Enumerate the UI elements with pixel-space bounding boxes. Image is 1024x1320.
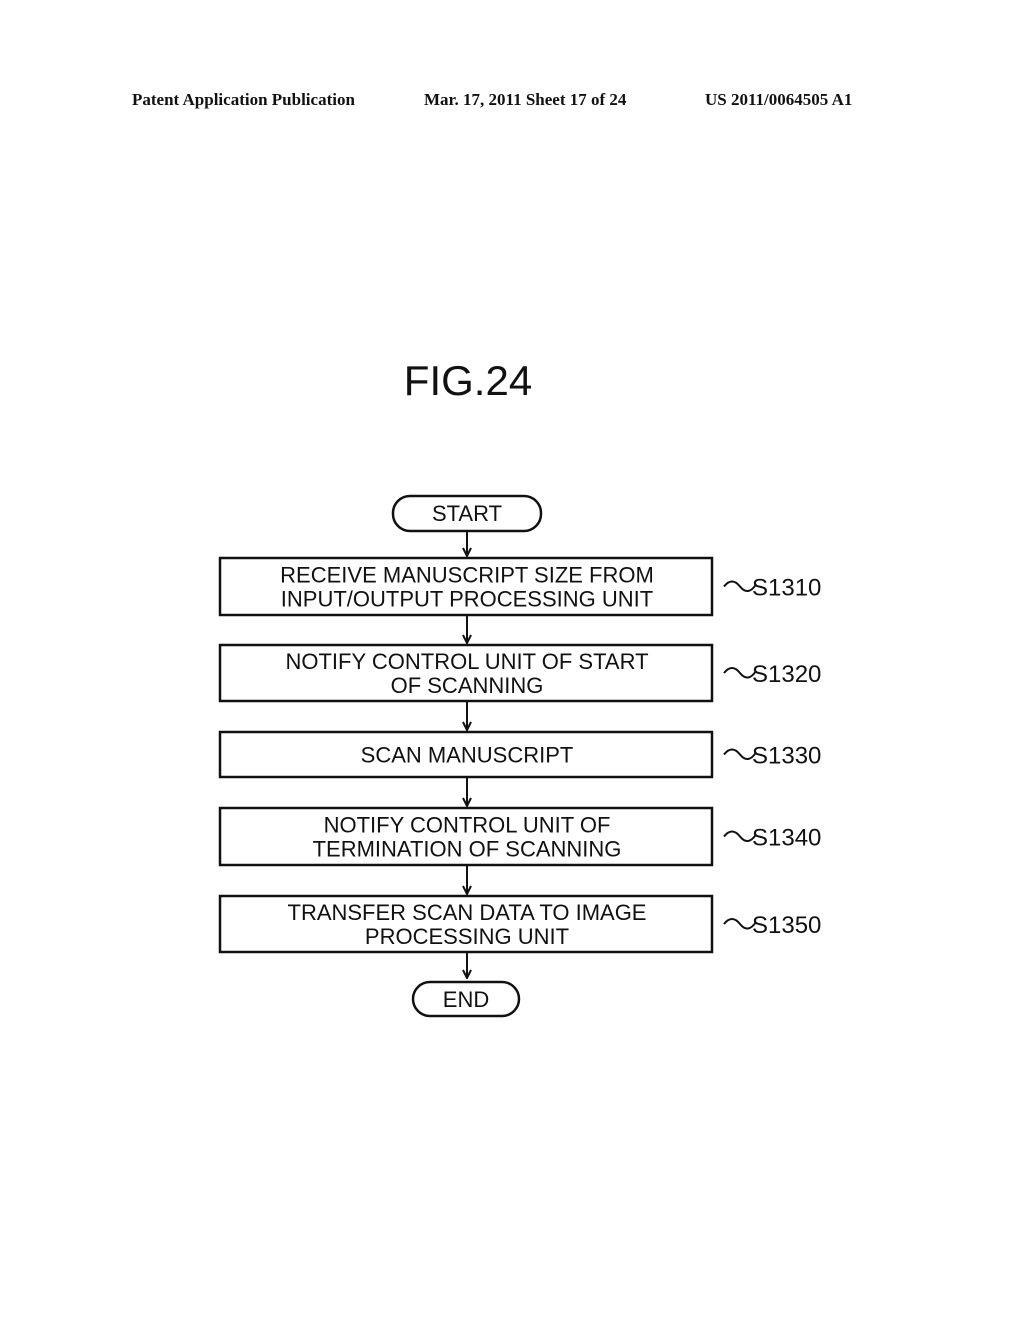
process-step-s1320: NOTIFY CONTROL UNIT OF STARTOF SCANNING S…: [218, 643, 821, 703]
process-step-s1330: SCAN MANUSCRIPT S1330: [218, 730, 821, 779]
process-step-s1310: RECEIVE MANUSCRIPT SIZE FROMINPUT/OUTPUT…: [218, 556, 821, 617]
step-text-line: INPUT/OUTPUT PROCESSING UNIT: [281, 587, 653, 612]
step-id-label: S1350: [752, 912, 821, 939]
start-label: START: [432, 501, 502, 526]
step-text-line: SCAN MANUSCRIPT: [361, 743, 574, 768]
step-id-label: S1320: [752, 661, 821, 688]
end-terminal: END: [411, 980, 521, 1018]
flowchart: START RECEIVE MANUSCRIPT SIZE FROMINPUT/…: [218, 494, 821, 1018]
step-text-line: PROCESSING UNIT: [365, 924, 569, 949]
step-text-line: NOTIFY CONTROL UNIT OF START: [285, 649, 648, 674]
step-text-line: NOTIFY CONTROL UNIT OF: [324, 813, 611, 838]
step-text-line: TERMINATION OF SCANNING: [313, 837, 622, 862]
step-id-label: S1330: [752, 743, 821, 770]
process-step-s1350: TRANSFER SCAN DATA TO IMAGEPROCESSING UN…: [218, 894, 821, 954]
start-terminal: START: [391, 494, 543, 533]
step-id-label: S1340: [752, 825, 821, 852]
step-text-line: OF SCANNING: [391, 673, 544, 698]
end-label: END: [443, 987, 489, 1012]
process-step-s1340: NOTIFY CONTROL UNIT OFTERMINATION OF SCA…: [218, 806, 821, 867]
step-id-label: S1310: [752, 575, 821, 602]
step-text-line: RECEIVE MANUSCRIPT SIZE FROM: [280, 563, 654, 588]
step-text-line: TRANSFER SCAN DATA TO IMAGE: [288, 900, 647, 925]
